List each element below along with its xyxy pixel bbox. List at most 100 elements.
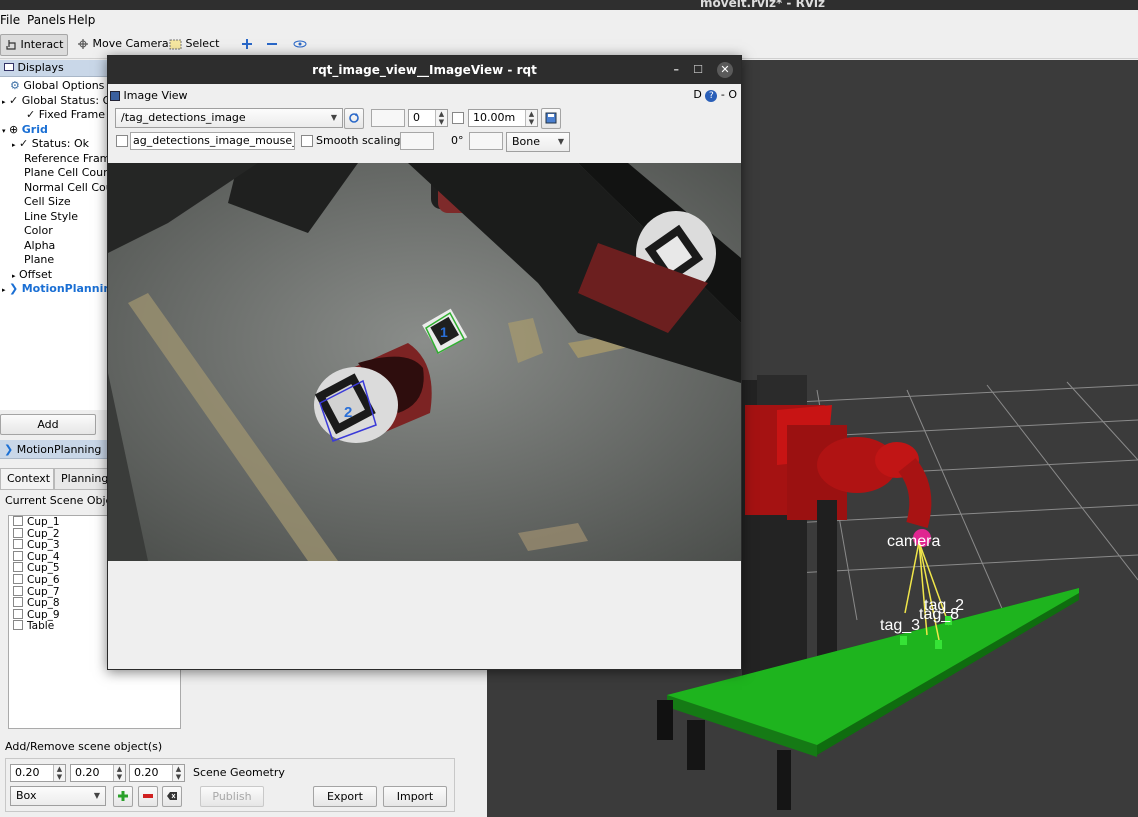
object-checkbox[interactable] — [13, 585, 23, 596]
close-icon[interactable]: ✕ — [717, 62, 733, 78]
motion-planning-title-bar: ❯ MotionPlanning — [0, 440, 110, 459]
remove-tool-button[interactable] — [262, 34, 282, 56]
object-checkbox[interactable] — [13, 597, 23, 608]
grid-icon: ⊕ — [9, 123, 19, 136]
displays-panel: Displays ⚙ Global Options ▸ ✓ Global Sta… — [0, 60, 124, 440]
minus-icon — [267, 43, 277, 45]
zoom-field[interactable] — [371, 109, 405, 127]
object-checkbox[interactable] — [13, 608, 23, 619]
select-button[interactable]: Select — [165, 34, 223, 56]
display-label: Global Status: Ok — [21, 94, 112, 107]
spin-arrows-icon[interactable]: ▲ ▼ — [525, 110, 537, 126]
motion-planning-title: MotionPlanning — [16, 443, 102, 456]
spin-arrows-icon[interactable]: ▲ ▼ — [53, 765, 65, 781]
object-label: Cup_6 — [27, 573, 60, 586]
menu-panels[interactable]: Panels — [27, 13, 66, 27]
check-icon: ✓ — [26, 108, 36, 121]
expand-arrow-icon: ▸ — [2, 98, 6, 106]
plugin-close-controls[interactable]: - O — [721, 88, 737, 101]
tag-id-1: 1 — [440, 324, 448, 340]
refresh-topics-button[interactable] — [344, 108, 364, 129]
display-label: Grid — [21, 123, 48, 136]
object-checkbox[interactable] — [13, 550, 23, 561]
add-tool-button[interactable] — [237, 34, 257, 56]
displays-button-bar: Add — [0, 410, 110, 440]
chevron-down-icon: ▼ — [93, 791, 100, 800]
move-camera-icon — [78, 39, 88, 49]
spin-arrows-icon[interactable]: ▲ ▼ — [172, 765, 184, 781]
displays-title-bar: Displays — [0, 60, 109, 77]
frame-label-camera: camera — [887, 533, 940, 550]
export-button[interactable]: Export — [313, 786, 377, 807]
object-checkbox[interactable] — [13, 562, 23, 573]
dim-x-spinbox[interactable]: 0.20 ▲ ▼ — [10, 764, 66, 782]
add-display-button[interactable]: Add — [0, 414, 96, 435]
mouse-topic-field[interactable]: ag_detections_image_mouse_left — [130, 132, 295, 150]
remove-object-button[interactable] — [138, 786, 158, 807]
rqt-window-title: rqt_image_view__ImageView - rqt — [312, 63, 537, 77]
object-checkbox[interactable] — [13, 527, 23, 538]
rqt-title-bar[interactable]: rqt_image_view__ImageView - rqt – ☐ ✕ — [108, 56, 741, 84]
add-remove-label: Add/Remove scene object(s) — [5, 740, 163, 753]
expand-arrow-icon: ▸ — [12, 141, 16, 149]
interact-button[interactable]: Interact — [0, 34, 68, 56]
rqt-image-view-window: rqt_image_view__ImageView - rqt – ☐ ✕ Im… — [107, 55, 742, 670]
object-checkbox[interactable] — [13, 539, 23, 550]
display-grid-status[interactable]: ▸ ✓ Status: Ok — [12, 137, 122, 152]
mouse-publish-checkbox[interactable] — [116, 135, 128, 147]
shape-select[interactable]: Box ▼ — [10, 786, 106, 806]
expand-arrow-icon: ▾ — [2, 127, 6, 135]
rotate-left-field[interactable] — [400, 132, 434, 150]
docking-toggle[interactable]: D — [693, 88, 701, 101]
tab-context[interactable]: Context — [0, 468, 54, 489]
rotate-right-field[interactable] — [469, 132, 503, 150]
camera-image[interactable]: 2 1 — [108, 163, 741, 561]
select-box-icon — [169, 39, 182, 49]
tag-id-2: 2 — [344, 404, 352, 421]
max-range-spinbox[interactable]: 10.00m ▲ ▼ — [468, 109, 538, 127]
display-global-options[interactable]: ⚙ Global Options — [10, 79, 120, 94]
maximize-icon[interactable]: ☐ — [693, 56, 703, 84]
object-checkbox[interactable] — [13, 573, 23, 584]
refresh-icon — [349, 113, 359, 123]
select-label: Select — [185, 37, 220, 50]
object-label: Cup_8 — [27, 597, 60, 610]
display-offset[interactable]: ▸ Offset — [12, 268, 122, 283]
import-button[interactable]: Import — [383, 786, 447, 807]
move-camera-button[interactable]: Move Camera — [73, 34, 173, 56]
display-label: Status: Ok — [31, 137, 90, 150]
topic-select[interactable]: /tag_detections_image ▼ — [115, 108, 343, 128]
help-icon[interactable]: ? — [705, 90, 718, 102]
expand-arrow-icon: ▸ — [12, 272, 16, 280]
tool-properties-button[interactable] — [289, 34, 311, 56]
frame-label-tag8: tag_8 — [919, 606, 959, 623]
dim-z-spinbox[interactable]: 0.20 ▲ ▼ — [129, 764, 185, 782]
publish-button[interactable]: Publish — [200, 786, 264, 807]
display-grid[interactable]: ▾ ⊕ Grid — [2, 123, 112, 138]
display-label: Offset — [19, 268, 53, 281]
object-checkbox[interactable] — [13, 620, 23, 631]
plugin-title: Image View — [123, 89, 188, 102]
value-spinbox[interactable]: 0 ▲ ▼ — [408, 109, 448, 127]
add-object-button[interactable] — [113, 786, 133, 807]
smooth-scaling-checkbox[interactable] — [301, 135, 313, 147]
monitor-icon — [4, 63, 14, 71]
save-image-button[interactable] — [541, 108, 561, 129]
spin-arrows-icon[interactable]: ▲ ▼ — [435, 110, 447, 126]
clear-object-button[interactable] — [162, 786, 182, 807]
menu-help[interactable]: Help — [68, 13, 95, 27]
display-motion-planning[interactable]: ▸ ❯ MotionPlanning — [2, 282, 112, 297]
minimize-icon[interactable]: – — [674, 56, 680, 84]
green-plus-icon — [118, 791, 128, 801]
display-global-status[interactable]: ▸ ✓ Global Status: Ok — [2, 94, 112, 109]
menu-file[interactable]: File — [0, 13, 20, 27]
tab-planning[interactable]: Planning — [54, 468, 110, 489]
object-label: Cup_2 — [27, 527, 60, 540]
object-label: Cup_9 — [27, 608, 60, 621]
dim-y-spinbox[interactable]: 0.20 ▲ ▼ — [70, 764, 126, 782]
depth-checkbox[interactable] — [452, 112, 464, 124]
object-checkbox[interactable] — [13, 516, 23, 526]
colormap-select[interactable]: Bone ▼ — [506, 132, 570, 152]
spin-arrows-icon[interactable]: ▲ ▼ — [113, 765, 125, 781]
gear-icon: ⚙ — [10, 79, 20, 92]
